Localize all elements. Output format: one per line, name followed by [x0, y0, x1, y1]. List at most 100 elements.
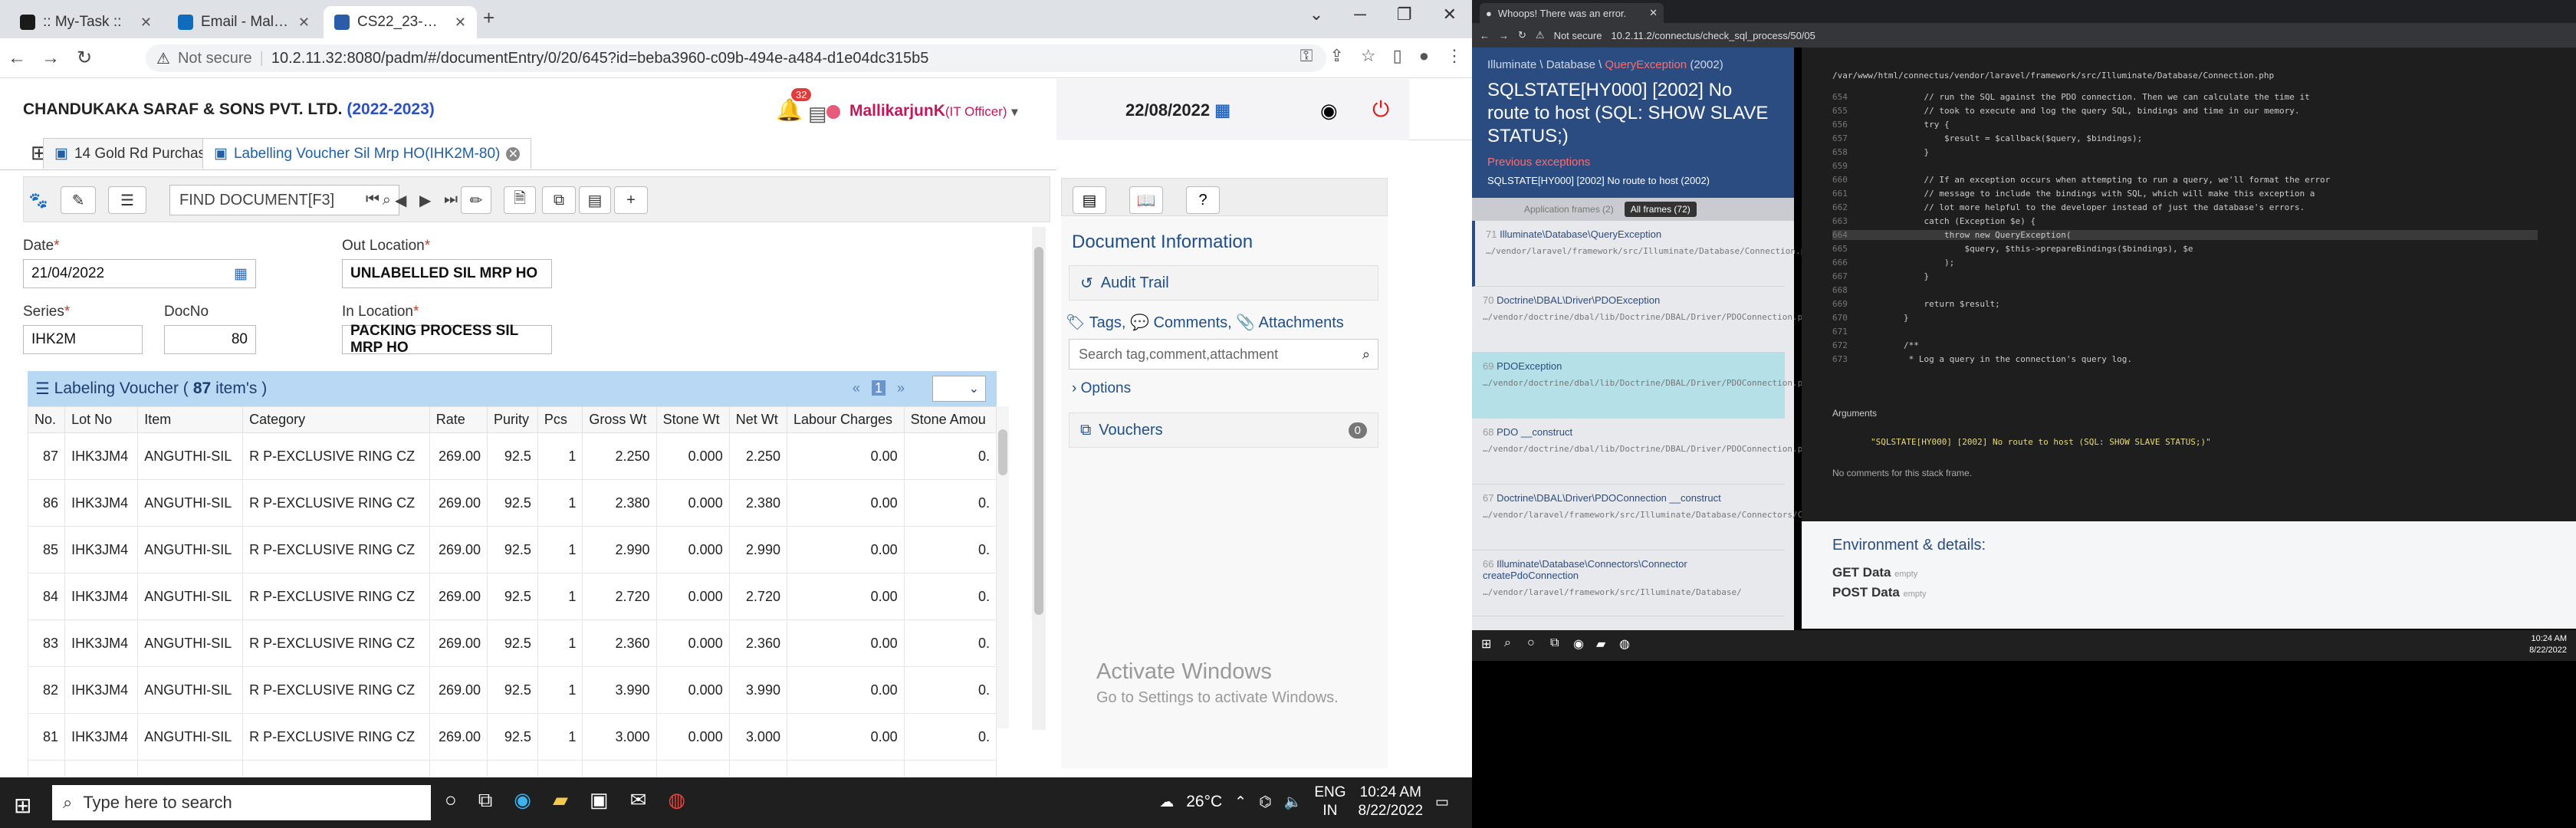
close-icon[interactable]: ✕	[1649, 7, 1658, 19]
file-explorer-icon[interactable]: ▰	[553, 788, 568, 813]
all-frames-button[interactable]: All frames (72)	[1624, 202, 1697, 217]
minimize-icon[interactable]: ─	[1354, 5, 1366, 25]
app-frames-button[interactable]: Application frames (2)	[1518, 202, 1620, 217]
file-explorer-icon[interactable]: ▰	[1596, 636, 1605, 652]
out-location-field[interactable]: UNLABELLED SIL MRP HO	[342, 259, 552, 288]
reload-icon[interactable]: ↻	[67, 47, 101, 69]
paw-icon[interactable]: 🐾	[25, 186, 51, 214]
comments-link[interactable]: Comments,	[1153, 314, 1231, 331]
pencil-button[interactable]: ✏	[461, 186, 491, 214]
date-field[interactable]: 21/04/2022 ▦	[23, 259, 256, 288]
error-address-bar[interactable]: ← → ↻ ⚠ Not secure 10.2.11.2/connectus/c…	[1472, 23, 2576, 48]
table-row[interactable]: 81 IHK3JM4 ANGUTHI-SIL R P-EXCLUSIVE RING C…	[27, 713, 997, 761]
in-location-field[interactable]: PACKING PROCESS SIL MRP HO	[342, 323, 552, 356]
table-row[interactable]: 84 IHK3JM4 ANGUTHI-SIL R P-EXCLUSIVE RING C…	[27, 573, 997, 620]
next-page-icon[interactable]: »	[897, 380, 905, 396]
browser-tab-email[interactable]: Email - Mallikarjun Kumbhar - Ou ✕	[167, 6, 320, 38]
column-header[interactable]: Rate	[429, 406, 488, 433]
column-header[interactable]: No.	[27, 406, 66, 433]
tab-search-chevron-icon[interactable]: ⌄	[1309, 5, 1323, 25]
task-view-icon[interactable]: ⧉	[478, 788, 493, 813]
tag-search-input[interactable]: Search tag,comment,attachment ⌕	[1069, 339, 1378, 370]
table-row[interactable]: 83 IHK3JM4 ANGUTHI-SIL R P-EXCLUSIVE RING C…	[27, 619, 997, 667]
reload-icon[interactable]: ↻	[1518, 29, 1526, 41]
search-icon[interactable]: ⌕	[383, 192, 391, 209]
table-row[interactable]: 86 IHK3JM4 ANGUTHI-SIL R P-EXCLUSIVE RING C…	[27, 479, 997, 527]
edge-icon[interactable]: ◉	[514, 788, 531, 813]
tags-link[interactable]: Tags,	[1089, 314, 1126, 331]
search-icon[interactable]: ⌕	[1504, 636, 1511, 650]
restore-icon[interactable]: ❐	[1397, 5, 1412, 25]
network-icon[interactable]: ⌬	[1259, 794, 1272, 811]
prev-record-icon[interactable]: ◀	[395, 191, 406, 210]
browser-tab-my-task[interactable]: :: My-Task :: ✕	[9, 6, 163, 38]
stack-frame[interactable]: 71 Illuminate\Database\QueryException …/v…	[1472, 221, 1836, 287]
close-icon[interactable]: ✕	[455, 15, 466, 31]
stack-frame[interactable]: 68 PDO __construct …/vendor/doctrine/dbal…	[1472, 419, 1828, 485]
page-size-select[interactable]: ⌄	[932, 376, 986, 402]
book-button[interactable]: 📖	[1129, 186, 1163, 214]
list-button[interactable]: ☰	[108, 186, 146, 214]
share-icon[interactable]: ⇪	[1329, 46, 1343, 66]
windows-start-icon[interactable]: ⊞	[14, 793, 31, 818]
cortana-icon[interactable]: ○	[445, 788, 457, 813]
vouchers-link[interactable]: ⧉ Vouchers 0	[1069, 412, 1378, 448]
browser-tab-erp[interactable]: CS22_23-Acme Padm ERP Platfor ✕	[324, 6, 477, 38]
error-tab[interactable]: ● Whoops! There was an error. ✕	[1480, 3, 1664, 23]
series-field[interactable]: IHK2M	[23, 325, 143, 354]
taskbar-search[interactable]: ⌕ Type here to search	[52, 785, 431, 820]
form-scrollbar[interactable]	[1032, 227, 1046, 730]
search-icon[interactable]: ⌕	[1362, 347, 1370, 363]
power-icon[interactable]: ⏻	[1372, 97, 1389, 123]
notification-icon[interactable]: ▭	[1435, 794, 1449, 811]
column-header[interactable]: Stone Amou	[903, 406, 997, 433]
table-row[interactable]: 87 IHK3JM4 ANGUTHI-SIL R P-EXCLUSIVE RING C…	[27, 432, 997, 480]
prev-page-icon[interactable]: «	[853, 380, 860, 396]
sidepanel-icon[interactable]: ▯	[1393, 46, 1402, 66]
column-header[interactable]: Pcs	[537, 406, 583, 433]
forward-icon[interactable]: →	[1499, 30, 1509, 41]
new-tab-button[interactable]: +	[483, 6, 495, 30]
column-header[interactable]: Labour Charges	[786, 406, 905, 433]
table-view-button[interactable]: ▤	[1073, 186, 1106, 214]
column-header[interactable]: Net Wt	[728, 406, 787, 433]
options-toggle[interactable]: › Options	[1072, 380, 1131, 397]
help-button[interactable]: ?	[1186, 186, 1220, 214]
close-icon[interactable]: ✕	[298, 15, 310, 31]
column-header[interactable]: Lot No	[64, 406, 139, 433]
message-icon[interactable]: ▤	[808, 102, 827, 126]
profile-icon[interactable]: ●	[1419, 46, 1429, 66]
table-row[interactable]: 82 IHK3JM4 ANGUTHI-SIL R P-EXCLUSIVE RING C…	[27, 666, 997, 714]
column-header[interactable]: Purity	[487, 406, 538, 433]
column-header[interactable]: Item	[137, 406, 244, 433]
column-header[interactable]: Stone Wt	[656, 406, 730, 433]
close-icon[interactable]: ✕	[506, 146, 521, 161]
edit-button[interactable]: ✎	[61, 186, 96, 214]
chrome-icon[interactable]: ◍	[668, 788, 685, 813]
key-icon[interactable]: ⚿	[1300, 46, 1313, 66]
mail-icon[interactable]: ✉	[630, 788, 647, 813]
cortana-icon[interactable]: ○	[1527, 636, 1535, 650]
attachments-button[interactable]: ⧉	[542, 186, 576, 214]
store-icon[interactable]: ▣	[590, 788, 609, 813]
audit-trail-link[interactable]: ↺ Audit Trail	[1069, 265, 1378, 301]
header-date[interactable]: 22/08/2022 ▦	[1125, 100, 1230, 120]
taskbar-clock[interactable]: 10:24 AM 8/22/2022	[1359, 784, 1424, 820]
table-row[interactable]: 85 IHK3JM4 ANGUTHI-SIL R P-EXCLUSIVE RING C…	[27, 526, 997, 573]
column-header[interactable]: Gross Wt	[582, 406, 657, 433]
task-view-icon[interactable]: ⧉	[1550, 636, 1559, 650]
forward-icon[interactable]: →	[34, 48, 67, 69]
attachments-link[interactable]: Attachments	[1259, 314, 1344, 331]
last-record-icon[interactable]: ⏭	[444, 191, 458, 209]
find-document-input[interactable]: FIND DOCUMENT[F3] ⌕	[169, 185, 399, 215]
calendar-icon[interactable]: ▦	[234, 265, 248, 283]
eye-off-icon[interactable]: ◉	[1320, 99, 1338, 123]
close-icon[interactable]: ✕	[140, 15, 152, 31]
stack-frame[interactable]: 67 Doctrine\DBAL\Driver\PDOConnection __…	[1472, 485, 1879, 550]
user-menu[interactable]: MallikarjunK(IT Officer) ▾	[849, 102, 1017, 120]
next-record-icon[interactable]: ▶	[419, 191, 431, 210]
close-window-icon[interactable]: ✕	[1443, 5, 1457, 25]
add-file-button[interactable]: 🗎	[504, 186, 536, 214]
stack-frame[interactable]: 69 PDOException …/vendor/doctrine/dbal/li…	[1472, 353, 1828, 419]
back-icon[interactable]: ←	[0, 48, 34, 69]
